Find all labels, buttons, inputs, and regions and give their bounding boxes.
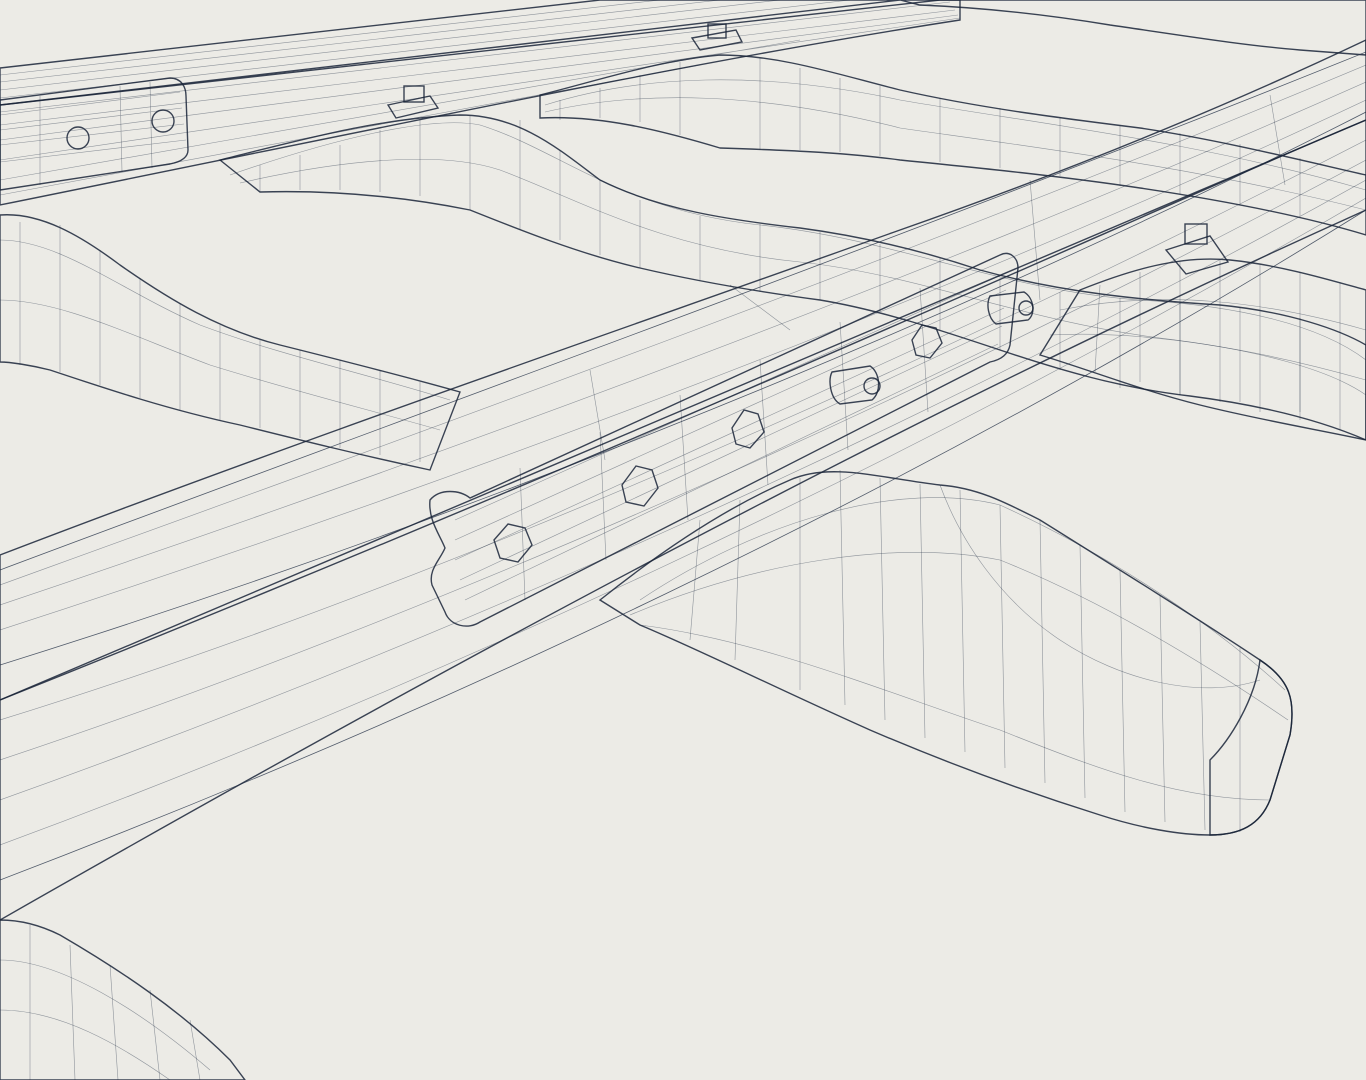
sleeper-foreground xyxy=(0,919,246,1080)
sleeper-wireframe-back xyxy=(0,58,1366,462)
bolt-icon xyxy=(66,126,90,150)
bolt-icon xyxy=(621,465,659,507)
sleeper-right xyxy=(1038,258,1366,441)
sleeper-front-top xyxy=(598,471,1293,836)
fishplate-body xyxy=(429,252,1019,627)
sleeper-4 xyxy=(0,214,461,471)
bolt-icon xyxy=(151,109,175,133)
front-fishplate xyxy=(429,252,1034,627)
bolt-icon xyxy=(829,365,881,405)
back-rail-web xyxy=(0,0,961,206)
back-rail xyxy=(0,0,961,206)
sleeper-far xyxy=(899,0,1366,56)
front-rail xyxy=(0,39,1366,921)
bolt-icon xyxy=(493,523,533,563)
sleeper-3 xyxy=(218,114,1366,441)
rail-clip-icon xyxy=(690,23,744,51)
bolt-icon xyxy=(911,324,943,359)
front-rail-head xyxy=(0,39,1366,701)
back-sleepers xyxy=(0,0,1366,471)
front-sleeper xyxy=(598,469,1293,836)
rail-clip-icon xyxy=(386,85,440,119)
bolt-icon xyxy=(731,409,765,449)
sleeper-front-end xyxy=(1209,658,1293,836)
wireframe-render xyxy=(0,0,1366,1080)
rail-clip-icon xyxy=(1164,223,1230,275)
